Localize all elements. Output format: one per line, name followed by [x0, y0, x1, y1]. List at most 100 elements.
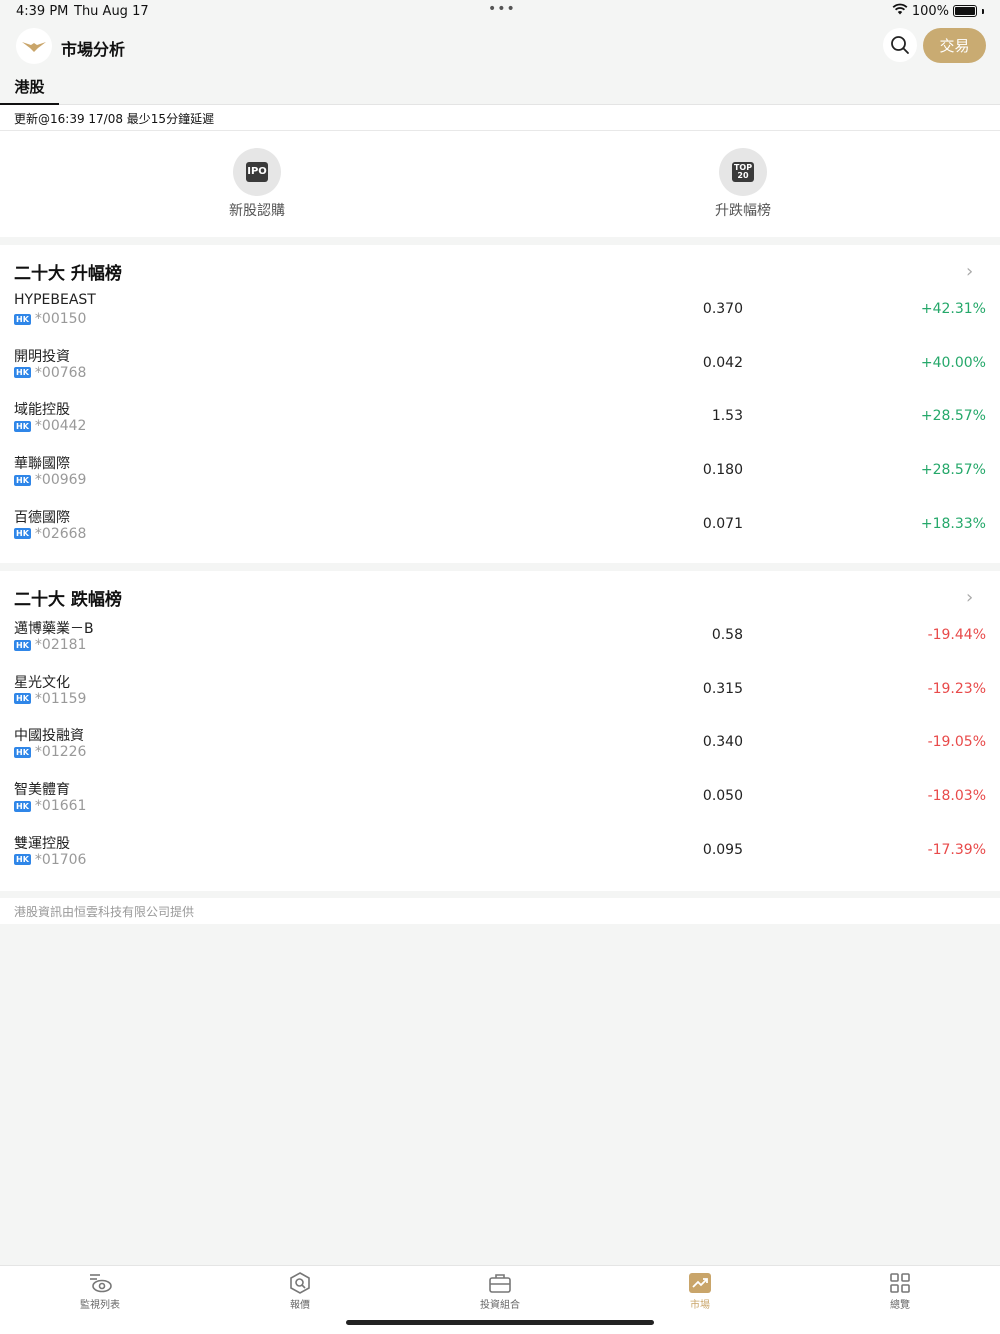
stock-code: *00150 [34, 311, 87, 327]
stock-price: 0.050 [702, 788, 743, 805]
stock-code-line: HK *00768 [14, 365, 86, 381]
tab-market[interactable]: 市場 [640, 1271, 760, 1311]
page-title: 市場分析 [61, 40, 126, 59]
stock-code-line: HK *01706 [14, 852, 86, 868]
stock-row[interactable]: 雙運控股 HK *01706 0.095 -17.39% [0, 833, 1000, 887]
app-header: 市場分析 交易 [0, 24, 1000, 68]
stock-name: 開明投資 [14, 348, 70, 365]
stock-row[interactable]: 域能控股 HK *00442 1.53 +28.57% [0, 399, 1000, 453]
stock-name: HYPEBEAST [14, 292, 96, 308]
market-badge: HK [14, 367, 31, 379]
overview-icon [840, 1271, 960, 1295]
stock-code: *02181 [34, 637, 87, 653]
stock-row[interactable]: 華聯國際 HK *00969 0.180 +28.57% [0, 453, 1000, 507]
ipo-icon: IPO [233, 148, 281, 196]
stock-code-line: HK *01159 [14, 691, 86, 707]
market-badge: HK [14, 639, 31, 651]
stock-change: +40.00% [920, 354, 986, 371]
quote-icon [240, 1271, 360, 1295]
trade-button[interactable]: 交易 [923, 28, 986, 63]
stock-code: *00969 [34, 472, 87, 489]
tab-portfolio[interactable]: 投資組合 [440, 1271, 560, 1311]
stock-row[interactable]: 智美體育 HK *01661 0.050 -18.03% [0, 779, 1000, 833]
stock-price: 0.58 [711, 627, 743, 643]
stock-code-line: HK *01226 [14, 744, 86, 760]
gainers-title: 二十大 升幅榜 [14, 264, 122, 284]
stock-change: -19.23% [927, 680, 986, 697]
losers-title: 二十大 跌幅榜 [14, 590, 122, 610]
stock-code-line: HK *02181 [14, 637, 86, 653]
stock-row[interactable]: HYPEBEAST HK *00150 0.370 +42.31% [0, 292, 1000, 346]
stock-change: -19.44% [927, 627, 986, 643]
tab-watchlist[interactable]: 監視列表 [40, 1271, 160, 1311]
tab-label: 投資組合 [480, 1300, 520, 1311]
stock-code: *01706 [34, 851, 87, 868]
stock-code: *01159 [34, 690, 87, 707]
shortcut-top20[interactable]: TOP 20 升跌幅榜 [683, 148, 803, 220]
stock-name: 雙運控股 [14, 835, 70, 852]
stock-row[interactable]: 百德國際 HK *02668 0.071 +18.33% [0, 507, 1000, 561]
stock-name: 智美體育 [14, 782, 70, 799]
stock-price: 0.071 [702, 515, 743, 532]
stock-price: 0.042 [702, 354, 743, 371]
stock-code: *02668 [34, 525, 87, 542]
stock-row[interactable]: 星光文化 HK *01159 0.315 -19.23% [0, 672, 1000, 726]
status-bar: 4:39 PM Thu Aug 17 ••• 100% [0, 0, 1000, 24]
stock-change: +28.57% [920, 408, 986, 425]
market-tabs: 港股 [0, 68, 1000, 105]
gainers-panel: 二十大 升幅榜 › HYPEBEAST HK *00150 0.370 +42.31% 開… [0, 245, 1000, 563]
wifi-icon [892, 3, 908, 19]
app-logo [16, 28, 52, 64]
market-badge: HK [14, 800, 31, 812]
multitasking-dots[interactable]: ••• [488, 1, 516, 17]
shortcut-ipo-label: 新股認購 [229, 203, 285, 219]
chevron-right-icon[interactable]: › [966, 587, 973, 608]
market-badge: HK [14, 693, 31, 705]
stock-row[interactable]: 中國投融資 HK *01226 0.340 -19.05% [0, 725, 1000, 779]
stock-price: 0.180 [702, 462, 743, 479]
market-icon [640, 1271, 760, 1295]
stock-row[interactable]: 開明投資 HK *00768 0.042 +40.00% [0, 346, 1000, 400]
stock-code-line: HK *01661 [14, 798, 86, 814]
stock-code-line: HK *00969 [14, 472, 86, 488]
tab-label: 市場 [690, 1300, 710, 1311]
stock-price: 0.095 [702, 841, 743, 858]
stock-change: -19.05% [927, 734, 986, 751]
stock-change: +28.57% [920, 462, 986, 479]
tab-label: 報價 [290, 1300, 310, 1311]
shortcut-top20-label: 升跌幅榜 [715, 203, 771, 219]
stock-row[interactable]: 邁博藥業－B HK *02181 0.58 -19.44% [0, 618, 1000, 672]
stock-name: 百德國際 [14, 509, 70, 526]
market-badge: HK [14, 313, 31, 325]
chevron-right-icon[interactable]: › [966, 261, 973, 282]
stock-code: *00768 [34, 364, 87, 381]
tab-quote[interactable]: 報價 [240, 1271, 360, 1311]
stock-code: *01226 [34, 744, 87, 761]
stock-change: +42.31% [920, 301, 986, 317]
market-badge: HK [14, 420, 31, 432]
tab-hk-stocks[interactable]: 港股 [0, 76, 59, 105]
stock-price: 0.340 [702, 734, 743, 751]
stock-change: +18.33% [920, 515, 986, 532]
update-timestamp: 更新@16:39 17/08 最少15分鐘延遲 [0, 105, 1000, 131]
stock-change: -17.39% [927, 841, 986, 858]
top20-icon: TOP 20 [719, 148, 767, 196]
eagle-logo-icon [22, 42, 46, 52]
shortcut-ipo[interactable]: IPO 新股認購 [197, 148, 317, 220]
market-badge: HK [14, 474, 31, 486]
status-time: 4:39 PM [16, 4, 69, 19]
stock-code: *00442 [34, 418, 87, 435]
stock-code-line: HK *00150 [14, 311, 86, 327]
market-badge: HK [14, 854, 31, 866]
stock-code: *01661 [34, 798, 87, 815]
home-indicator[interactable] [346, 1320, 654, 1325]
battery-icon [953, 5, 977, 17]
search-button[interactable] [883, 28, 917, 62]
market-badge: HK [14, 746, 31, 758]
stock-change: -18.03% [927, 788, 986, 805]
tab-overview[interactable]: 總覽 [840, 1271, 960, 1311]
tab-label: 總覽 [890, 1300, 910, 1311]
search-icon [891, 36, 909, 54]
battery-percent: 100% [911, 3, 949, 19]
stock-name: 域能控股 [14, 402, 70, 419]
